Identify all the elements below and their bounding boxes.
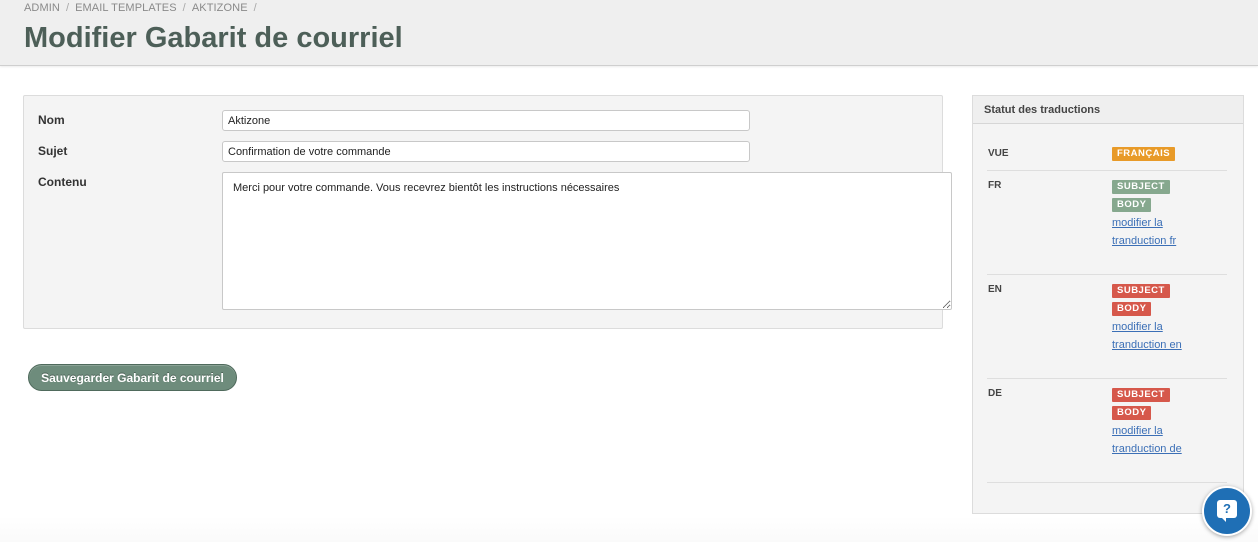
- edit-translation-en-link[interactable]: modifier la tranduction en: [1112, 318, 1212, 354]
- translation-status-title: Statut des traductions: [984, 104, 1101, 116]
- edit-translation-de-link[interactable]: modifier la tranduction de: [1112, 422, 1212, 458]
- subject-status-badge: SUBJECT: [1112, 388, 1170, 402]
- save-template-button[interactable]: Sauvegarder Gabarit de courriel: [28, 364, 237, 391]
- row-code: EN: [988, 284, 1002, 295]
- subject-label: Sujet: [38, 144, 68, 158]
- body-status-badge: BODY: [1112, 406, 1152, 420]
- translation-status-panel: Statut des traductions VUE FRANÇAIS FR S…: [972, 95, 1244, 514]
- link-line: tranduction de: [1112, 443, 1182, 455]
- translation-row-en: EN SUBJECT BODY modifier la tranduction e…: [987, 274, 1227, 379]
- link-line: modifier la: [1112, 217, 1163, 229]
- breadcrumb-admin[interactable]: ADMIN: [24, 2, 60, 14]
- subject-status-badge: SUBJECT: [1112, 180, 1170, 194]
- breadcrumb-separator: /: [253, 2, 257, 14]
- row-code: FR: [988, 180, 1002, 191]
- breadcrumb-separator: /: [65, 2, 70, 14]
- subject-field[interactable]: [222, 141, 750, 162]
- content-textarea[interactable]: Merci pour votre commande. Vous recevrez…: [222, 172, 952, 310]
- breadcrumb: ADMIN / EMAIL TEMPLATES / AKTIZONE /: [24, 2, 263, 14]
- page-bottom-shadow: [0, 515, 1258, 542]
- subject-status-badge: SUBJECT: [1112, 284, 1170, 298]
- name-label: Nom: [38, 113, 65, 127]
- link-line: tranduction fr: [1112, 235, 1177, 247]
- body-status-badge: BODY: [1112, 198, 1152, 212]
- translation-status-header: Statut des traductions: [973, 96, 1243, 124]
- translation-row-de: DE SUBJECT BODY modifier la tranduction d…: [987, 378, 1227, 483]
- edit-translation-fr-link[interactable]: modifier la tranduction fr: [1112, 214, 1212, 250]
- view-language-badge: FRANÇAIS: [1112, 147, 1176, 161]
- breadcrumb-email-templates[interactable]: EMAIL TEMPLATES: [75, 2, 177, 14]
- help-chat-button[interactable]: ?: [1202, 486, 1252, 536]
- breadcrumb-separator: /: [182, 2, 186, 14]
- body-status-badge: BODY: [1112, 302, 1152, 316]
- link-line: modifier la: [1112, 425, 1163, 437]
- content-label: Contenu: [38, 175, 87, 189]
- row-code: DE: [988, 388, 1002, 399]
- breadcrumb-aktizone[interactable]: AKTIZONE: [192, 2, 248, 14]
- link-line: modifier la: [1112, 321, 1163, 333]
- page-title: Modifier Gabarit de courriel: [24, 22, 403, 54]
- name-field[interactable]: [222, 110, 750, 131]
- view-row: VUE FRANÇAIS: [987, 142, 1227, 171]
- help-chat-icon: ?: [1217, 500, 1237, 522]
- translation-row-fr: FR SUBJECT BODY modifier la tranduction f…: [987, 170, 1227, 275]
- page-header: ADMIN / EMAIL TEMPLATES / AKTIZONE / Mod…: [0, 0, 1258, 66]
- template-form: Nom Sujet Contenu Merci pour votre comma…: [23, 95, 952, 329]
- link-line: tranduction en: [1112, 339, 1182, 351]
- view-label: VUE: [988, 148, 1009, 159]
